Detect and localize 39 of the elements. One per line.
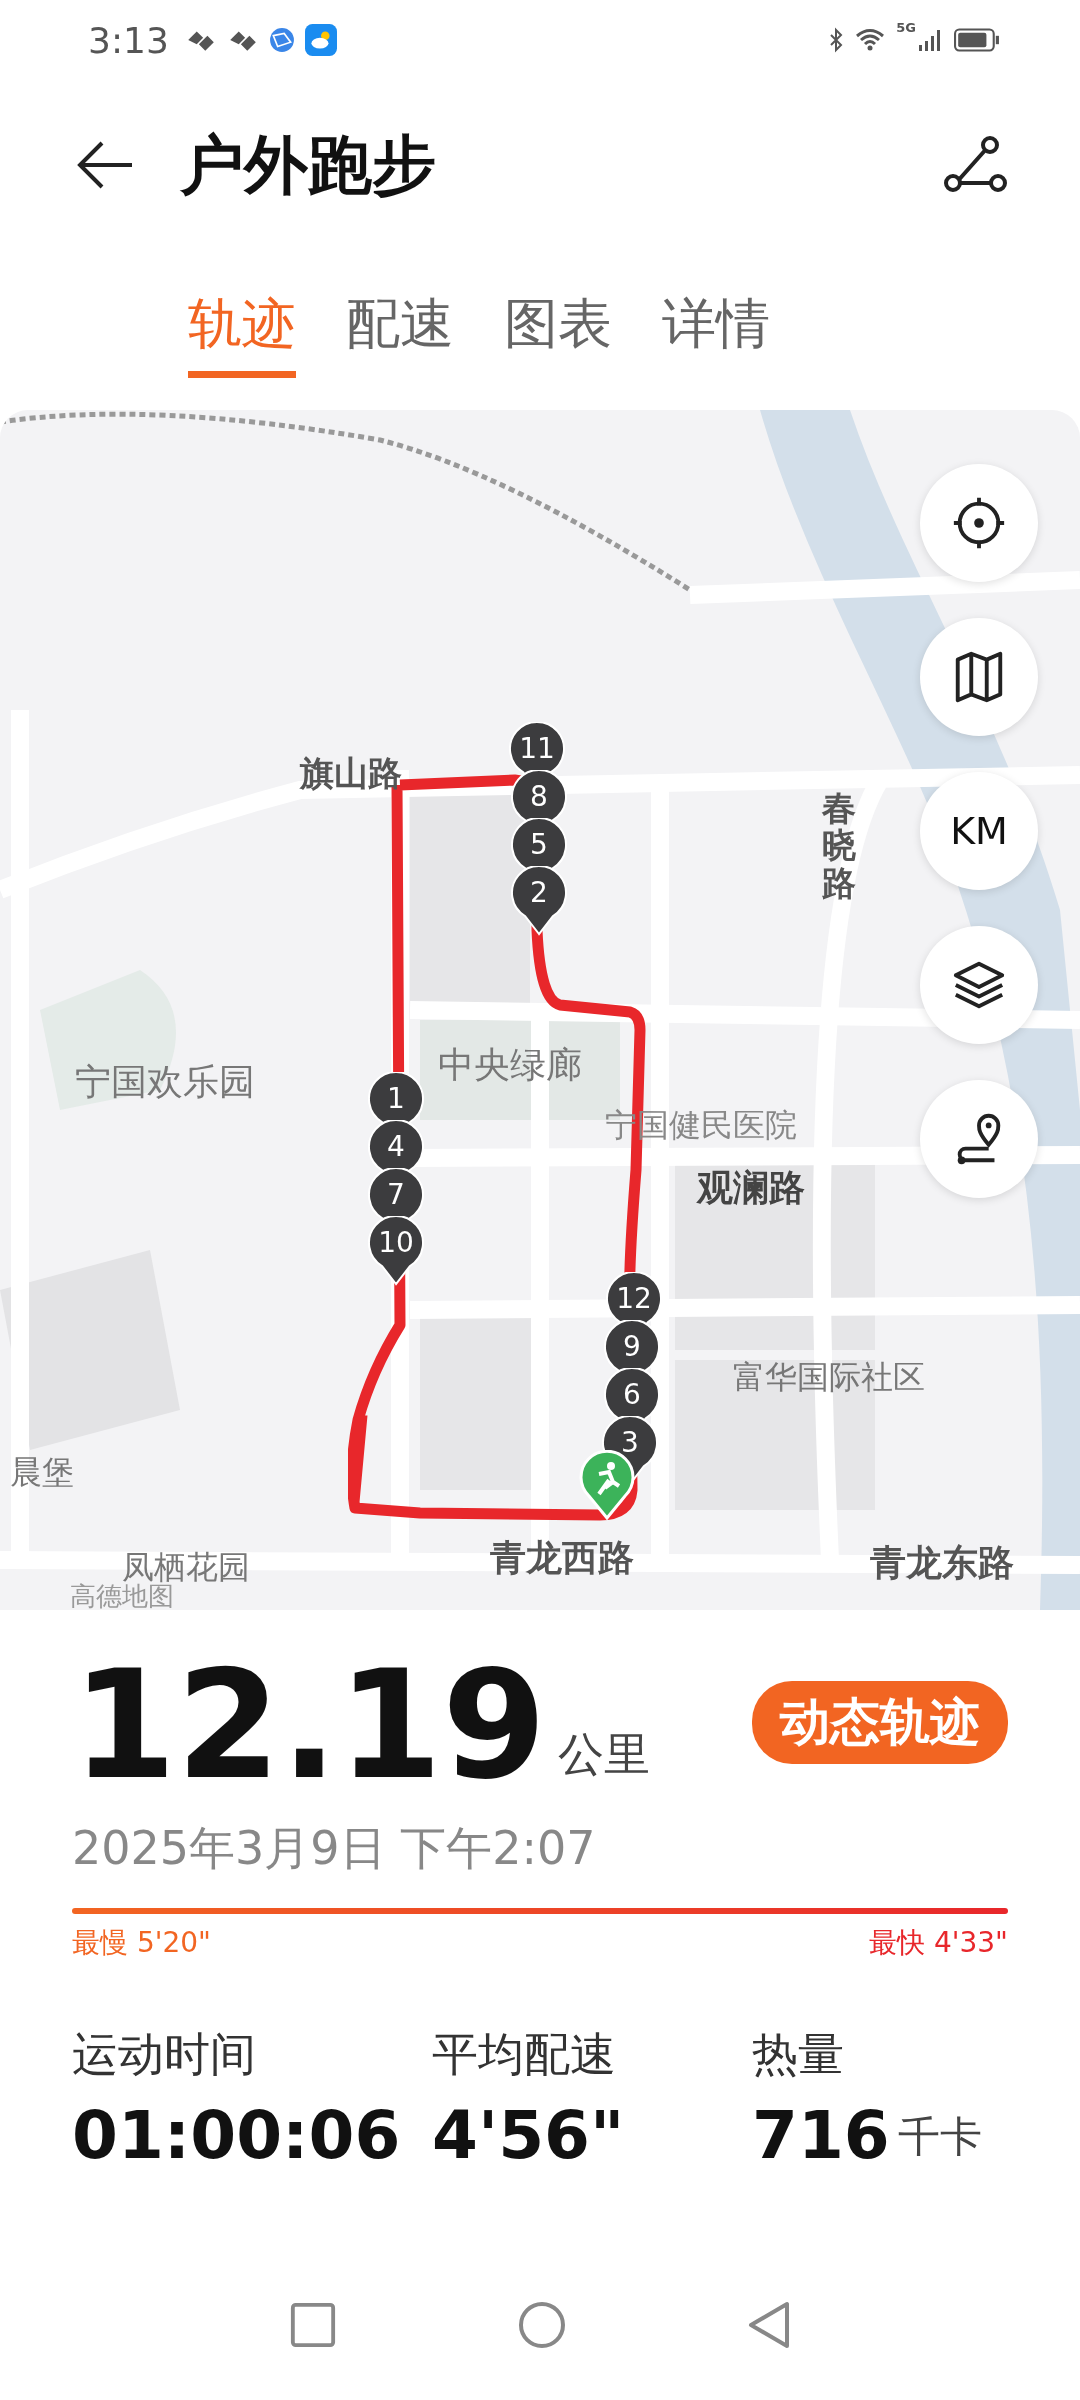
activity-date: 2025年3月9日 下午2:07 — [72, 1820, 597, 1877]
back-nav-icon[interactable] — [747, 2300, 791, 2350]
map-label: 晨堡 — [10, 1455, 74, 1491]
stat-value: 01:00:06 — [72, 2100, 401, 2173]
battery-icon — [954, 27, 1000, 53]
globe-icon — [268, 27, 295, 53]
weather-app-icon — [304, 24, 337, 56]
slowest-pace: 最慢 5'20" — [72, 1925, 211, 1961]
recents-icon[interactable] — [289, 2301, 337, 2349]
start-pin-icon — [579, 1450, 635, 1520]
map-label: 富华国际社区 — [733, 1360, 925, 1396]
distance-unit: 公里 — [558, 1726, 651, 1783]
page-title: 户外跑步 — [180, 126, 436, 204]
map-label: 宁国欢乐园 — [75, 1062, 255, 1102]
fastest-pace: 最快 4'33" — [869, 1925, 1008, 1961]
map-label: 中央绿廊 — [438, 1045, 582, 1085]
tab[interactable]: 配速 — [346, 292, 454, 378]
network-type: 5G — [896, 20, 916, 35]
map-label: 高德地图 — [70, 1582, 174, 1610]
tab[interactable]: 轨迹 — [188, 292, 296, 378]
bluetooth-icon — [828, 27, 845, 53]
stat-label: 平均配速 — [432, 2026, 617, 2083]
status-time: 3:13 — [88, 19, 169, 61]
stat-label: 运动时间 — [72, 2026, 257, 2083]
tab[interactable]: 详情 — [662, 292, 770, 378]
replay-track-button[interactable]: 动态轨迹 — [752, 1681, 1008, 1764]
stat-label: 热量 — [752, 2026, 845, 2083]
map-label: 旗山路 — [300, 755, 402, 793]
tab[interactable]: 图表 — [504, 292, 612, 378]
map-label: 青龙西路 — [490, 1538, 634, 1578]
share-icon[interactable] — [942, 135, 1008, 195]
map-label: 春晓路 — [822, 790, 856, 903]
map-label: 观澜路 — [697, 1168, 805, 1208]
map-label: 青龙东路 — [870, 1543, 1014, 1583]
home-icon[interactable] — [517, 2300, 567, 2350]
stat-value: 4'56" — [432, 2100, 625, 2173]
stat-value: 716 — [752, 2100, 890, 2173]
distance-value: 12.19 — [72, 1650, 547, 1800]
stat-unit: 千卡 — [897, 2110, 982, 2163]
